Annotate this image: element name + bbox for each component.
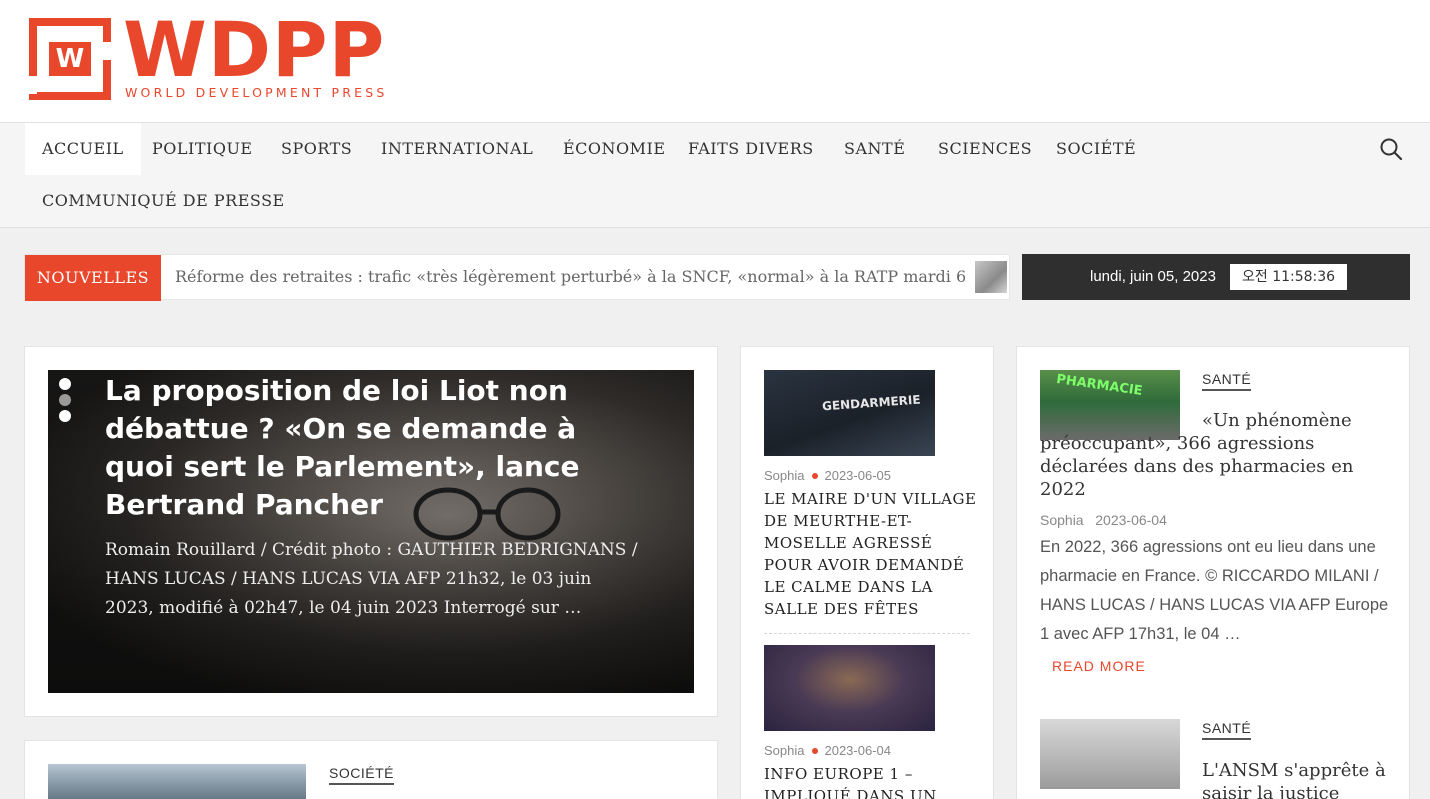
slider-dot[interactable] xyxy=(59,378,71,390)
hero-excerpt: Romain Rouillard / Crédit photo : GAUTHI… xyxy=(105,540,638,618)
date-time-bar: lundi, juin 05, 2023 오전 11:58:36 xyxy=(1022,254,1410,300)
thumbnail-text: GENDARMERIE xyxy=(821,392,921,414)
post-author[interactable]: Sophia xyxy=(1040,512,1084,528)
category-label[interactable]: SANTÉ xyxy=(1202,371,1252,391)
post-author[interactable]: Sophia xyxy=(764,468,804,483)
site-logo[interactable]: W WDPP WORLD DEVELOPMENT PRESS xyxy=(29,5,388,100)
divider xyxy=(764,633,970,634)
nav-item-communique-de-presse[interactable]: COMMUNIQUÉ DE PRESSE xyxy=(25,175,302,227)
article-thumbnail[interactable] xyxy=(48,764,306,799)
category-label[interactable]: SANTÉ xyxy=(1202,720,1252,740)
logo-mark: W xyxy=(29,18,111,100)
main-nav: ACCUEIL POLITIQUE SPORTS INTERNATIONAL É… xyxy=(0,122,1430,228)
post-date: 2023-06-04 xyxy=(1095,512,1167,528)
post-date: 2023-06-05 xyxy=(824,468,891,483)
nav-item-sports[interactable]: SPORTS xyxy=(264,123,369,175)
post-meta: Sophia 2023-06-05 xyxy=(764,468,891,483)
post-meta: Sophia 2023-06-04 xyxy=(1040,512,1167,528)
site-header: W WDPP WORLD DEVELOPMENT PRESS xyxy=(0,0,1430,122)
hero-slide[interactable]: La proposition de loi Liot non débattue … xyxy=(48,370,694,693)
article-thumbnail[interactable] xyxy=(764,645,935,731)
post-date: 2023-06-04 xyxy=(824,743,891,758)
post-author[interactable]: Sophia xyxy=(764,743,804,758)
nav-item-international[interactable]: INTERNATIONAL xyxy=(364,123,550,175)
search-icon[interactable] xyxy=(1379,137,1403,161)
current-date: lundi, juin 05, 2023 xyxy=(1090,268,1216,285)
slider-dots xyxy=(59,378,73,426)
right-column-card: PHARMACIE SANTÉ «Un phénomène préoccupan… xyxy=(1016,346,1410,799)
nav-item-accueil[interactable]: ACCUEIL xyxy=(25,123,141,175)
nav-item-societe[interactable]: SOCIÉTÉ xyxy=(1039,123,1153,175)
slider-dot[interactable] xyxy=(59,410,71,422)
article-thumbnail[interactable]: GENDARMERIE xyxy=(764,370,935,456)
read-more-link[interactable]: READ MORE xyxy=(1052,658,1146,674)
ticker-headline[interactable]: Réforme des retraites : trafic «très lég… xyxy=(175,255,965,299)
nav-item-sante[interactable]: SANTÉ xyxy=(827,123,922,175)
logo-mark-letter: W xyxy=(49,42,91,76)
logo-title: WDPP xyxy=(123,5,386,94)
post-title[interactable]: LE MAIRE D'UN VILLAGE DE MEURTHE-ET-MOSE… xyxy=(764,488,979,620)
nav-item-faits-divers[interactable]: FAITS DIVERS xyxy=(671,123,831,175)
nav-item-economie[interactable]: ÉCONOMIE xyxy=(546,123,683,175)
post-excerpt: En 2022, 366 agressions ont eu lieu dans… xyxy=(1040,538,1389,643)
current-time: 오전 11:58:36 xyxy=(1230,264,1348,290)
hero-title[interactable]: La proposition de loi Liot non débattue … xyxy=(105,372,645,524)
middle-column-card: GENDARMERIE Sophia 2023-06-05 LE MAIRE D'… xyxy=(740,346,994,799)
post-title[interactable]: INFO EUROPE 1 – IMPLIQUÉ DANS UN xyxy=(764,763,979,799)
nav-item-politique[interactable]: POLITIQUE xyxy=(135,123,270,175)
post-title[interactable]: L'ANSM s'apprête à saisir la justice con… xyxy=(1202,759,1392,799)
logo-subtitle: WORLD DEVELOPMENT PRESS xyxy=(125,85,388,100)
thumbnail-text: PHARMACIE xyxy=(1055,372,1144,399)
news-ticker: NOUVELLES Réforme des retraites : trafic… xyxy=(24,254,1010,301)
category-label[interactable]: SOCIÉTÉ xyxy=(329,765,394,785)
article-card: SOCIÉTÉ xyxy=(24,740,718,799)
ticker-label: NOUVELLES xyxy=(25,255,161,301)
article-thumbnail[interactable] xyxy=(1040,719,1180,789)
slider-dot[interactable] xyxy=(59,394,71,406)
ticker-thumbnail[interactable] xyxy=(975,261,1007,293)
nav-item-sciences[interactable]: SCIENCES xyxy=(921,123,1049,175)
post-meta: Sophia 2023-06-04 xyxy=(764,743,891,758)
post-title[interactable]: «Un phénomène préoccupant», 366 agressio… xyxy=(1040,409,1390,501)
